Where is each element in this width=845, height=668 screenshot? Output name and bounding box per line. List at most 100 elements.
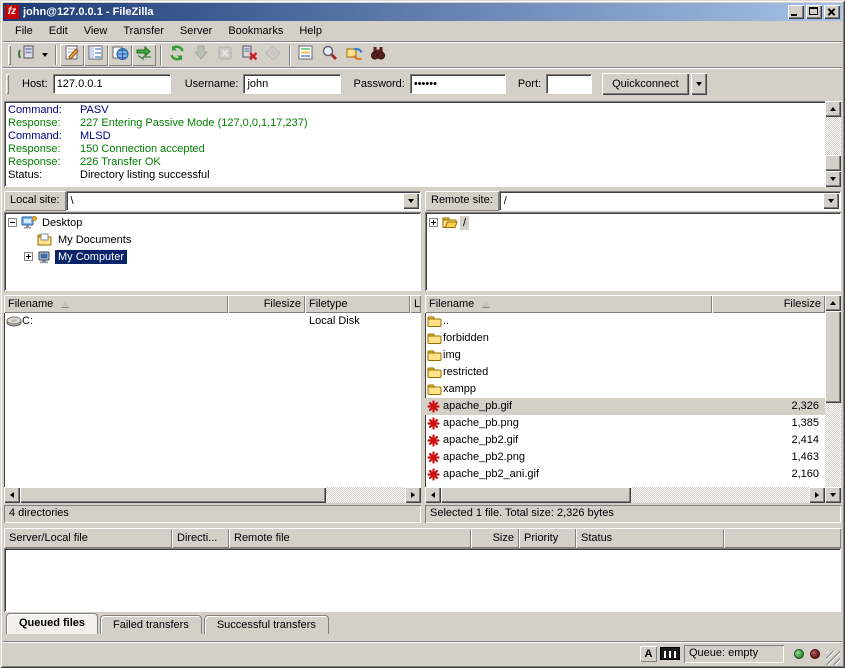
host-input[interactable] <box>53 74 171 94</box>
toggle-transfer-queue-button[interactable] <box>132 44 156 66</box>
refresh-button[interactable] <box>165 44 189 66</box>
column-header-filename[interactable]: Filename <box>4 295 228 313</box>
menu-bookmarks[interactable]: Bookmarks <box>220 22 291 40</box>
scroll-down-button[interactable] <box>825 487 841 503</box>
window-title: john@127.0.0.1 - FileZilla <box>23 6 788 18</box>
toggle-message-log-button[interactable] <box>60 44 84 66</box>
process-queue-icon <box>192 44 210 65</box>
scroll-up-button[interactable] <box>825 101 841 117</box>
local-horizontal-scrollbar[interactable] <box>4 487 421 503</box>
scroll-down-button[interactable] <box>825 171 841 187</box>
file-row-restricted[interactable]: restricted <box>425 364 825 381</box>
remote-horizontal-scrollbar[interactable] <box>425 487 825 503</box>
tree-item-desktop[interactable]: Desktop <box>6 214 419 231</box>
filter-button[interactable] <box>318 44 342 66</box>
maximize-button[interactable] <box>806 5 822 19</box>
menu-transfer[interactable]: Transfer <box>115 22 172 40</box>
tree-item-my-documents[interactable]: My Documents <box>6 231 419 248</box>
queue-column-size[interactable]: Size <box>471 528 519 548</box>
menu-edit[interactable]: Edit <box>41 22 76 40</box>
filezilla-window: fz john@127.0.0.1 - FileZilla FileEditVi… <box>0 0 845 668</box>
tab-queued-files[interactable]: Queued files <box>6 613 98 634</box>
scrollbar-thumb[interactable] <box>825 155 841 171</box>
file-row-item[interactable]: .. <box>425 313 825 330</box>
speed-limits-icon[interactable] <box>660 647 680 660</box>
file-size-cell: 2,160 <box>712 466 825 483</box>
file-name-text: restricted <box>443 364 488 381</box>
data-type-indicator-icon[interactable]: A <box>640 646 657 662</box>
toggle-transfer-queue-icon <box>135 44 153 65</box>
minimize-button[interactable] <box>788 5 804 19</box>
find-files-button[interactable] <box>366 44 390 66</box>
file-row-apache-pb2-ani-gif[interactable]: apache_pb2_ani.gif2,160 <box>425 466 825 483</box>
directory-comparison-button[interactable] <box>294 44 318 66</box>
tree-item-item[interactable]: / <box>427 214 839 231</box>
queue-column-priority[interactable]: Priority <box>519 528 576 548</box>
remote-site-dropdown-button[interactable] <box>823 193 839 209</box>
username-input[interactable] <box>243 74 341 94</box>
toggle-remote-tree-button[interactable] <box>108 44 132 66</box>
resize-grip[interactable] <box>826 651 840 665</box>
log-line-text: Directory listing successful <box>80 169 210 182</box>
column-header-filename[interactable]: Filename <box>425 295 712 313</box>
scroll-left-button[interactable] <box>425 487 441 503</box>
site-manager-dropdown-button[interactable] <box>38 44 51 66</box>
file-row-apache-pb2-png[interactable]: apache_pb2.png1,463 <box>425 449 825 466</box>
expander-plus-icon[interactable] <box>24 252 33 261</box>
queue-column-server-local-file[interactable]: Server/Local file <box>4 528 172 548</box>
queue-column-remote-file[interactable]: Remote file <box>229 528 471 548</box>
scroll-left-button[interactable] <box>4 487 20 503</box>
column-header-filesize[interactable]: Filesize <box>228 295 305 313</box>
file-row-img[interactable]: img <box>425 347 825 364</box>
remote-list-header: Filename Filesize <box>425 295 825 313</box>
remote-site-combobox[interactable]: / <box>499 191 841 211</box>
message-log-scrollbar[interactable] <box>825 101 841 187</box>
column-header-filetype[interactable]: Filetype <box>305 295 410 313</box>
queue-column-direction[interactable]: Directi... <box>172 528 229 548</box>
tree-item-my-computer[interactable]: My Computer <box>6 248 419 265</box>
menu-help[interactable]: Help <box>291 22 330 40</box>
scrollbar-thumb[interactable] <box>825 311 841 403</box>
computer-icon <box>37 250 55 264</box>
file-row-apache-pb-png[interactable]: apache_pb.png1,385 <box>425 415 825 432</box>
column-header-lastmodified[interactable]: L <box>410 295 421 313</box>
log-line-command: Command:MLSD <box>8 130 823 143</box>
site-manager-button[interactable] <box>14 44 38 66</box>
scroll-right-button[interactable] <box>809 487 825 503</box>
expander-minus-icon[interactable] <box>8 218 17 227</box>
scrollbar-thumb[interactable] <box>20 487 326 503</box>
menu-file[interactable]: File <box>7 22 41 40</box>
scrollbar-thumb[interactable] <box>441 487 631 503</box>
quickconnect-dropdown-button[interactable] <box>691 73 707 95</box>
local-pane: Local site: \ DesktopMy DocumentsMy Comp… <box>4 190 421 522</box>
queue-column-status[interactable]: Status <box>576 528 724 548</box>
file-row-apache-pb-gif[interactable]: apache_pb.gif2,326 <box>425 398 825 415</box>
file-row-apache-pb2-gif[interactable]: apache_pb2.gif2,414 <box>425 432 825 449</box>
disconnect-button[interactable] <box>237 44 261 66</box>
menu-server[interactable]: Server <box>172 22 220 40</box>
tab-successful-transfers[interactable]: Successful transfers <box>204 615 329 634</box>
quickconnect-button[interactable]: Quickconnect <box>602 73 689 95</box>
column-header-filesize[interactable]: Filesize <box>712 295 825 313</box>
password-label: Password: <box>353 78 404 90</box>
expander-plus-icon[interactable] <box>429 218 438 227</box>
remote-vertical-scrollbar[interactable] <box>825 295 841 503</box>
menu-view[interactable]: View <box>76 22 116 40</box>
queue-list[interactable] <box>4 548 841 612</box>
password-input[interactable] <box>410 74 506 94</box>
close-button[interactable] <box>824 5 840 19</box>
file-name-text: apache_pb.png <box>443 415 519 432</box>
file-row-xampp[interactable]: xampp <box>425 381 825 398</box>
file-row-forbidden[interactable]: forbidden <box>425 330 825 347</box>
local-site-dropdown-button[interactable] <box>403 193 419 209</box>
scroll-right-button[interactable] <box>405 487 421 503</box>
file-row-c[interactable]: C:Local Disk <box>4 313 421 330</box>
queue-column-filler <box>724 528 841 548</box>
synchronized-browsing-button[interactable] <box>342 44 366 66</box>
log-line-label: Response: <box>8 143 80 156</box>
scroll-up-button[interactable] <box>825 295 841 311</box>
tab-failed-transfers[interactable]: Failed transfers <box>100 615 202 634</box>
toggle-local-tree-button[interactable] <box>84 44 108 66</box>
local-site-combobox[interactable]: \ <box>66 191 421 211</box>
port-input[interactable] <box>546 74 592 94</box>
